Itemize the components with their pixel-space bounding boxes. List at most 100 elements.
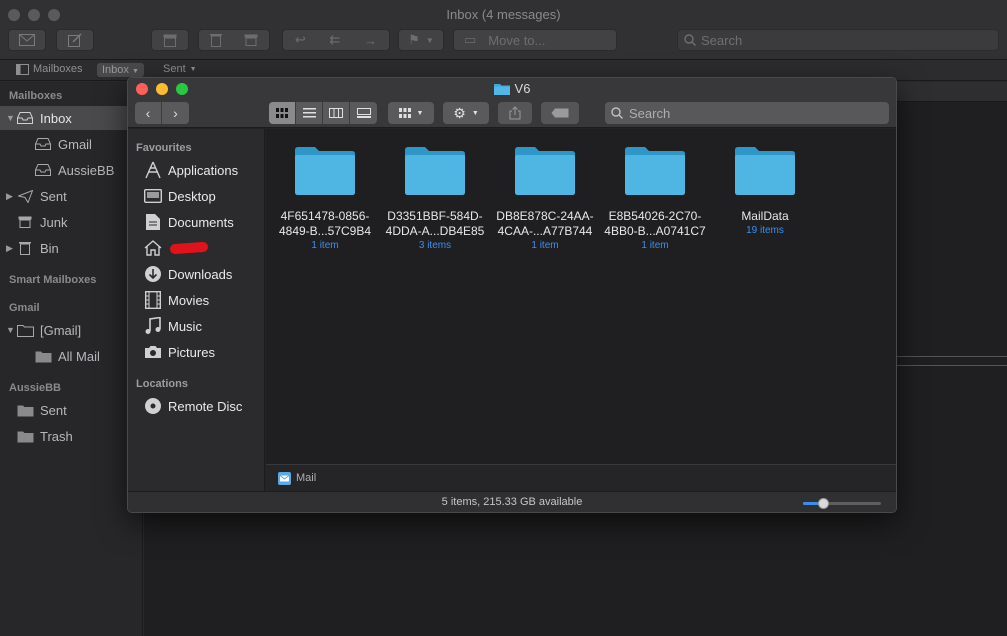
desktop-icon bbox=[144, 187, 162, 205]
folder-item[interactable]: D3351BBF-584D-4DDA-A...DB4E85 3 items bbox=[378, 147, 492, 253]
sidebar-item-junk[interactable]: Junk bbox=[0, 210, 143, 234]
sidebar-item-desktop[interactable]: Desktop bbox=[144, 185, 265, 207]
list-view-button[interactable] bbox=[296, 102, 323, 124]
back-button[interactable]: ‹ bbox=[135, 102, 162, 124]
window-title: V6 bbox=[514, 81, 531, 96]
mail-search-field[interactable]: Search bbox=[677, 29, 999, 51]
status-text: 5 items, 215.33 GB available bbox=[441, 496, 583, 508]
sidebar-item-label: Movies bbox=[168, 292, 210, 308]
sidebar-item-aussie-sent[interactable]: Sent bbox=[0, 398, 143, 422]
applications-icon bbox=[144, 161, 162, 179]
chevron-down-icon: ▼ bbox=[131, 68, 139, 75]
compose-button[interactable] bbox=[56, 29, 94, 51]
icon-view-button[interactable] bbox=[269, 102, 296, 124]
favbar-sent[interactable]: Sent ▼ bbox=[163, 63, 197, 75]
documents-icon bbox=[144, 213, 162, 231]
folder-icon bbox=[16, 403, 34, 417]
chevron-right-icon: › bbox=[173, 105, 178, 121]
sidebar-item-remote-disc[interactable]: Remote Disc bbox=[144, 395, 265, 417]
folder-item-count: 1 item bbox=[531, 240, 559, 251]
forward-icon[interactable]: → bbox=[364, 33, 377, 48]
section-aussiebb: AussieBB bbox=[9, 382, 61, 394]
folder-item[interactable]: MailData 19 items bbox=[708, 147, 822, 238]
sidebar-item-label: Desktop bbox=[168, 188, 216, 204]
home-icon bbox=[144, 239, 162, 257]
folder-icon bbox=[625, 147, 685, 195]
sidebar-item-bin[interactable]: ▶ Bin bbox=[0, 236, 143, 260]
mail-sidebar: Mailboxes ▼ Inbox Gmail AussieBB ▶ Sent … bbox=[0, 82, 143, 636]
sidebar-item-label: [Gmail] bbox=[40, 322, 82, 338]
delete-junk-group bbox=[198, 29, 270, 51]
sidebar-item-documents[interactable]: Documents bbox=[144, 211, 265, 233]
folder-icon bbox=[515, 147, 575, 195]
sidebar-item-label: Inbox bbox=[40, 110, 72, 126]
sidebar-item-label: Gmail bbox=[58, 136, 92, 152]
flag-button[interactable]: ⚑ ▼ bbox=[398, 29, 444, 51]
sidebar-item-movies[interactable]: Movies bbox=[144, 289, 265, 311]
section-gmail: Gmail bbox=[9, 302, 40, 314]
path-item-mail[interactable]: Mail bbox=[296, 472, 316, 484]
sidebar-item-downloads[interactable]: Downloads bbox=[144, 263, 265, 285]
disclosure-triangle-icon[interactable]: ▶ bbox=[6, 243, 16, 254]
downloads-icon bbox=[144, 265, 162, 283]
share-button[interactable] bbox=[498, 102, 532, 124]
disclosure-triangle-icon[interactable]: ▼ bbox=[6, 325, 16, 335]
mailboxes-toggle[interactable]: Mailboxes bbox=[16, 63, 83, 75]
sidebar-item-aussiebb[interactable]: AussieBB bbox=[0, 158, 143, 182]
archive-button[interactable] bbox=[151, 29, 189, 51]
folder-move-icon: ▭ bbox=[464, 32, 477, 47]
tags-button[interactable] bbox=[541, 102, 579, 124]
paper-plane-icon bbox=[16, 189, 34, 203]
reply-group: ↩ ⇇ → bbox=[282, 29, 390, 51]
sidebar-item-sent[interactable]: ▶ Sent bbox=[0, 184, 143, 208]
icon-size-slider[interactable] bbox=[803, 498, 881, 509]
gallery-icon bbox=[356, 108, 371, 118]
locations-header: Locations bbox=[136, 378, 188, 390]
inbox-icon bbox=[34, 163, 52, 177]
sidebar-item-label: Music bbox=[168, 318, 202, 334]
path-bar: Mail bbox=[266, 464, 896, 491]
folder-item[interactable]: E8B54026-2C70-4BB0-B...A0741C7 1 item bbox=[598, 147, 712, 253]
sidebar-item-label: Applications bbox=[168, 162, 239, 178]
gallery-view-button[interactable] bbox=[350, 102, 377, 124]
icon-size-slider-knob[interactable] bbox=[818, 498, 829, 509]
junk-icon[interactable] bbox=[244, 34, 258, 46]
column-view-button[interactable] bbox=[323, 102, 350, 124]
sidebar-item-home[interactable] bbox=[144, 237, 265, 259]
move-to-button[interactable]: ▭ Move to... bbox=[453, 29, 617, 51]
favbar-inbox[interactable]: Inbox ▼ bbox=[97, 63, 144, 77]
get-mail-button[interactable] bbox=[8, 29, 46, 51]
folder-item[interactable]: DB8E878C-24AA-4CAA-...A77B744 1 item bbox=[488, 147, 602, 253]
mail-search-placeholder: Search bbox=[701, 32, 743, 48]
flag-icon: ⚑ bbox=[408, 32, 420, 47]
sidebar-item-applications[interactable]: Applications bbox=[144, 159, 265, 181]
group-by-button[interactable]: ▼ bbox=[388, 102, 434, 124]
inbox-icon bbox=[34, 137, 52, 151]
chevron-down-icon: ▼ bbox=[471, 109, 479, 117]
folder-item[interactable]: 4F651478-0856-4849-B...57C9B4 1 item bbox=[268, 147, 382, 253]
sidebar-item-label: Downloads bbox=[168, 266, 233, 282]
action-button[interactable]: ⚙ ▼ bbox=[443, 102, 489, 124]
sidebar-item-gmail-folder[interactable]: ▼ [Gmail] bbox=[0, 318, 143, 342]
section-smart-mailboxes: Smart Mailboxes bbox=[9, 274, 97, 286]
trash-icon[interactable] bbox=[210, 33, 222, 47]
sidebar-item-music[interactable]: Music bbox=[144, 315, 265, 337]
sidebar-item-gmail[interactable]: Gmail bbox=[0, 132, 143, 156]
sidebar-icon bbox=[16, 63, 29, 75]
sidebar-item-inbox[interactable]: ▼ Inbox bbox=[0, 106, 143, 130]
favbar-mailboxes-label: Mailboxes bbox=[33, 63, 83, 75]
pane-divider[interactable] bbox=[897, 356, 1007, 366]
reply-all-icon[interactable]: ⇇ bbox=[329, 32, 340, 48]
forward-button[interactable]: › bbox=[162, 102, 189, 124]
disclosure-triangle-icon[interactable]: ▼ bbox=[6, 113, 16, 123]
finder-search-field[interactable]: Search bbox=[605, 102, 889, 124]
disclosure-triangle-icon[interactable]: ▶ bbox=[6, 191, 16, 202]
sidebar-item-aussie-trash[interactable]: Trash bbox=[0, 424, 143, 448]
sidebar-item-pictures[interactable]: Pictures bbox=[144, 341, 265, 363]
folder-item-count: 3 items bbox=[418, 240, 452, 251]
finder-content-area[interactable]: 4F651478-0856-4849-B...57C9B4 1 item D33… bbox=[266, 129, 896, 464]
junk-icon bbox=[16, 215, 34, 229]
compose-icon bbox=[68, 33, 82, 47]
reply-icon[interactable]: ↩ bbox=[295, 32, 306, 48]
sidebar-item-all-mail[interactable]: All Mail bbox=[0, 344, 143, 368]
